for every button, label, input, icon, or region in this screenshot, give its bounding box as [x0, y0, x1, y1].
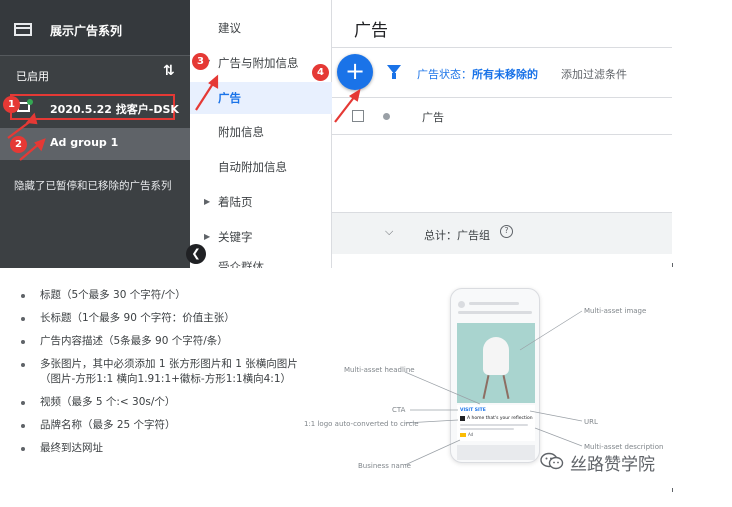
callout-multi-asset-headline: Multi-asset headline [344, 366, 415, 374]
annotation-marker-3: 3 [192, 53, 209, 70]
avatar [458, 301, 465, 308]
ad-image [457, 323, 535, 403]
placeholder-block [457, 445, 535, 460]
list-item: 品牌名称（最多 25 个字符） [18, 418, 318, 433]
select-all-checkbox[interactable] [352, 110, 364, 122]
list-item: 广告内容描述（5条最多 90 个字符/条） [18, 334, 318, 349]
nav-item-keywords[interactable]: 关键字 [218, 229, 253, 245]
caret-right-icon: ▶ [204, 232, 211, 241]
ad-text-card: VISIT SITE A home that's your reflection… [457, 405, 535, 441]
divider [332, 134, 672, 135]
sidebar-header[interactable]: 展示广告系列 [0, 0, 190, 56]
nav-item-audiences[interactable]: 受众群体 [218, 259, 264, 268]
callout-url: URL [584, 418, 598, 426]
ad-group-row[interactable]: Ad group 1 [0, 128, 190, 160]
campaign-type-label: 展示广告系列 [50, 24, 123, 38]
brand-watermark: 丝路赞学院 [570, 455, 655, 475]
callout-logo: 1:1 logo auto-converted to circle [304, 420, 419, 428]
campaign-window-icon [14, 23, 32, 36]
list-item: 多张图片，其中必须添加 1 张方形图片和 1 张横向图片（图片-方形1:1 横向… [18, 357, 318, 387]
placeholder-line [460, 428, 514, 430]
sort-icon[interactable]: ⇅ [163, 63, 175, 79]
chair-icon [483, 337, 509, 375]
status-filter-chip[interactable]: 广告状态：所有未移除的 [417, 66, 538, 82]
logo-icon [460, 416, 465, 421]
add-ad-button[interactable]: + [337, 54, 373, 90]
stray-mark [672, 488, 673, 492]
list-item: 视频（最多 5 个:< 30s/个） [18, 395, 318, 410]
ad-asset-spec-list: 标题（5个最多 30 个字符/个） 长标题（1个最多 90 个字符：价值主张） … [18, 288, 318, 456]
ad-badge [460, 433, 466, 437]
ads-main-panel: 广告 + 广告状态：所有未移除的 添加过滤条件 广告 ⌵ 总计：广告组 ? [332, 0, 672, 268]
nav-item-auto-extensions[interactable]: 自动附加信息 [218, 159, 287, 175]
list-item: 长标题（1个最多 90 个字符：价值主张） [18, 311, 318, 326]
page-menu: 建议 ▼ 广告与附加信息 广告 附加信息 自动附加信息 ▶ 着陆页 ▶ 关键字 … [190, 0, 332, 268]
total-label: 总计：广告组 [424, 229, 490, 242]
stray-mark [672, 263, 673, 267]
nav-item-ads[interactable]: 广告 [190, 82, 332, 114]
chair-leg [482, 375, 490, 399]
callout-line [534, 427, 583, 447]
nav-item-extensions[interactable]: 附加信息 [218, 124, 264, 140]
callout-cta: CTA [392, 406, 406, 414]
list-item: 最终到达网址 [18, 441, 318, 456]
column-header-ad[interactable]: 广告 [422, 109, 444, 125]
divider [332, 47, 672, 48]
hidden-campaigns-note: 隐藏了已暂停和已移除的广告系列 [14, 180, 172, 192]
responsive-ad-preview: VISIT SITE A home that's your reflection… [450, 288, 540, 463]
divider [332, 97, 672, 98]
list-item: 标题（5个最多 30 个字符/个） [18, 288, 318, 303]
total-row: ⌵ 总计：广告组 ? [332, 212, 672, 254]
wechat-icon [540, 452, 564, 470]
ad-badge-label: Ad [468, 432, 474, 437]
placeholder-line [469, 302, 519, 305]
campaign-name: 2020.5.22 找客户-DSK [50, 103, 179, 116]
enabled-filter-label: 已启用 [16, 70, 49, 83]
caret-right-icon: ▶ [204, 197, 211, 206]
ad-group-name: Ad group 1 [50, 136, 119, 149]
annotation-marker-2: 2 [10, 136, 27, 153]
chevron-down-icon[interactable]: ⌵ [385, 225, 393, 239]
nav-item-ads-extensions[interactable]: 广告与附加信息 [218, 55, 299, 71]
callout-business-name: Business name [358, 462, 411, 470]
enabled-status-dot [27, 99, 33, 105]
nav-item-landing-pages[interactable]: 着陆页 [218, 194, 253, 210]
nav-item-recommendations[interactable]: 建议 [218, 20, 241, 36]
help-icon[interactable]: ? [500, 225, 513, 238]
status-column-icon [383, 113, 390, 120]
ads-console-screenshot: 展示广告系列 已启用 ⇅ 2020.5.22 找客户-DSK Ad group … [0, 0, 672, 268]
add-filter-link[interactable]: 添加过滤条件 [561, 66, 627, 82]
placeholder-line [460, 424, 528, 426]
ad-headline: A home that's your reflection [467, 416, 533, 421]
campaign-row[interactable]: 2020.5.22 找客户-DSK [10, 94, 179, 120]
collapse-sidebar-button[interactable]: ❮ [186, 244, 206, 264]
annotation-marker-4: 4 [312, 64, 329, 81]
cta-label: VISIT SITE [460, 408, 486, 413]
placeholder-line [458, 311, 532, 314]
page-title: 广告 [354, 21, 388, 41]
callout-multi-asset-image: Multi-asset image [584, 307, 647, 315]
chair-leg [502, 375, 510, 399]
campaign-sidebar: 展示广告系列 已启用 ⇅ 2020.5.22 找客户-DSK Ad group … [0, 0, 190, 268]
annotation-marker-1: 1 [3, 96, 20, 113]
filter-icon[interactable] [387, 65, 401, 79]
